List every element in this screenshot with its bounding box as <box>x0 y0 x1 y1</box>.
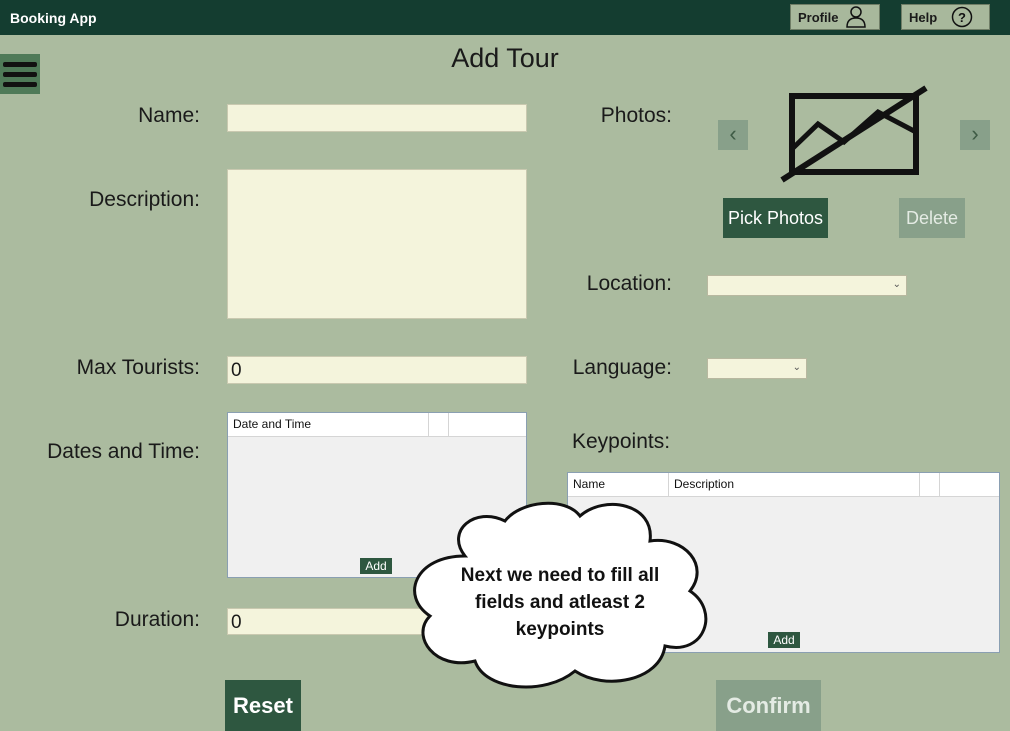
description-input[interactable] <box>227 169 527 319</box>
person-icon <box>846 6 867 28</box>
name-column-header[interactable]: Name <box>568 473 669 496</box>
dates-label: Dates and Time: <box>47 440 200 463</box>
chevron-right-icon[interactable]: › <box>960 120 990 150</box>
add-keypoint-button[interactable]: Add <box>768 632 800 648</box>
language-label: Language: <box>572 356 672 379</box>
empty-column-header <box>429 413 449 436</box>
question-circle-icon: ? <box>951 6 973 28</box>
chevron-left-icon[interactable]: ‹ <box>718 120 748 150</box>
help-label: Help <box>909 9 938 25</box>
photos-label: Photos: <box>600 104 672 127</box>
keypoints-label: Keypoints: <box>572 430 671 453</box>
duration-label: Duration: <box>114 608 200 631</box>
pick-photos-button[interactable]: Pick Photos <box>723 198 828 238</box>
name-label: Name: <box>138 104 200 127</box>
page-title: Add Tour <box>451 43 559 73</box>
add-date-button[interactable]: Add <box>360 558 392 574</box>
chevron-down-icon: ⌄ <box>792 362 801 373</box>
date-time-column-header[interactable]: Date and Time <box>228 413 429 436</box>
empty-column-header <box>920 473 940 496</box>
delete-photo-button[interactable]: Delete <box>899 198 965 238</box>
app-topbar: Booking App Profile Help ? <box>0 0 1010 35</box>
profile-button[interactable]: Profile <box>790 4 880 30</box>
description-label: Description: <box>89 188 200 211</box>
app-title: Booking App <box>10 10 97 26</box>
svg-text:?: ? <box>958 10 966 25</box>
tutorial-message: Next we need to fill all fields and atle… <box>460 565 660 640</box>
no-image-icon <box>780 85 928 183</box>
location-label: Location: <box>586 272 672 295</box>
location-select[interactable]: ⌄ <box>707 275 907 296</box>
language-select[interactable]: ⌄ <box>707 358 807 379</box>
chevron-down-icon: ⌄ <box>892 279 901 290</box>
reset-button[interactable]: Reset <box>225 680 301 731</box>
profile-label: Profile <box>798 9 839 25</box>
help-button[interactable]: Help ? <box>901 4 990 30</box>
description-column-header[interactable]: Description <box>669 473 920 496</box>
max-tourists-label: Max Tourists: <box>76 356 200 379</box>
confirm-button[interactable]: Confirm <box>716 680 821 731</box>
